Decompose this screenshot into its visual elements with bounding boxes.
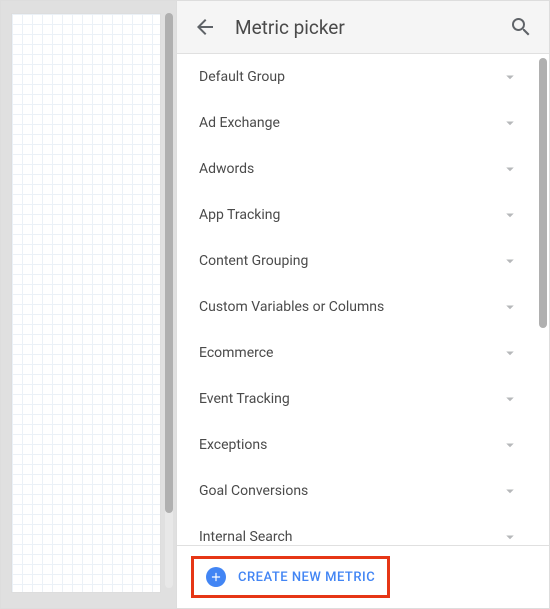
group-item-adwords[interactable]: Adwords	[177, 146, 537, 192]
left-scrollbar[interactable]	[165, 13, 173, 588]
create-label: CREATE NEW METRIC	[238, 570, 375, 585]
panel-header: Metric picker	[177, 1, 549, 54]
group-item-default[interactable]: Default Group	[177, 54, 537, 100]
group-label: Goal Conversions	[199, 483, 308, 499]
group-item-internal-search[interactable]: Internal Search	[177, 514, 537, 545]
group-label: Event Tracking	[199, 391, 290, 407]
chevron-down-icon	[501, 482, 519, 500]
metric-picker-panel: Metric picker Default Group Ad Exchange …	[176, 1, 549, 608]
left-panel	[1, 1, 176, 608]
group-label: Content Grouping	[199, 253, 308, 269]
panel-title: Metric picker	[235, 16, 509, 39]
group-label: Exceptions	[199, 437, 267, 453]
chevron-down-icon	[501, 436, 519, 454]
chevron-down-icon	[501, 68, 519, 86]
chevron-down-icon	[501, 206, 519, 224]
group-label: Internal Search	[199, 529, 293, 545]
group-item-exceptions[interactable]: Exceptions	[177, 422, 537, 468]
group-label: App Tracking	[199, 207, 280, 223]
chevron-down-icon	[501, 528, 519, 545]
chevron-down-icon	[501, 160, 519, 178]
left-scrollbar-thumb[interactable]	[165, 13, 173, 513]
chevron-down-icon	[501, 252, 519, 270]
group-label: Custom Variables or Columns	[199, 299, 384, 315]
right-scrollbar-thumb[interactable]	[539, 58, 547, 328]
chevron-down-icon	[501, 390, 519, 408]
group-item-content-grouping[interactable]: Content Grouping	[177, 238, 537, 284]
chevron-down-icon	[501, 114, 519, 132]
group-item-ad-exchange[interactable]: Ad Exchange	[177, 100, 537, 146]
plus-icon	[206, 567, 226, 587]
create-new-metric-button[interactable]: CREATE NEW METRIC	[191, 556, 390, 598]
search-icon[interactable]	[509, 15, 533, 39]
chevron-down-icon	[501, 344, 519, 362]
group-item-event-tracking[interactable]: Event Tracking	[177, 376, 537, 422]
group-label: Ecommerce	[199, 345, 273, 361]
group-item-app-tracking[interactable]: App Tracking	[177, 192, 537, 238]
group-label: Ad Exchange	[199, 115, 280, 131]
group-item-ecommerce[interactable]: Ecommerce	[177, 330, 537, 376]
canvas-grid[interactable]	[11, 13, 161, 593]
group-item-goal-conversions[interactable]: Goal Conversions	[177, 468, 537, 514]
group-label: Default Group	[199, 69, 285, 85]
group-label: Adwords	[199, 161, 254, 177]
panel-footer: CREATE NEW METRIC	[177, 545, 549, 608]
chevron-down-icon	[501, 298, 519, 316]
metric-groups-list: Default Group Ad Exchange Adwords App Tr…	[177, 54, 549, 545]
right-scrollbar[interactable]	[539, 58, 547, 488]
back-arrow-icon[interactable]	[193, 15, 217, 39]
group-item-custom-vars[interactable]: Custom Variables or Columns	[177, 284, 537, 330]
